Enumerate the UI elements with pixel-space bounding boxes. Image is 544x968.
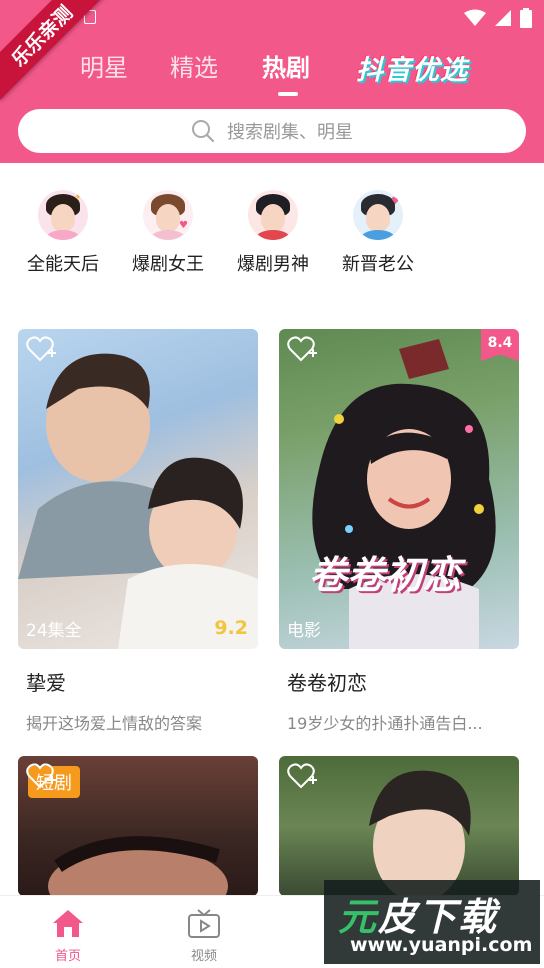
nav-label: 首页 [54, 949, 81, 964]
star-item-label: 全能天后 [27, 254, 99, 275]
drama-poster[interactable]: 24集全 9.2 [18, 329, 258, 649]
tab-featured[interactable]: 精选 [170, 48, 218, 83]
drama-card-zhiai[interactable]: 24集全 9.2 挚爱 揭开这场爱上情敌的答案 [18, 329, 258, 734]
drama-description: 揭开这场爱上情敌的答案 [26, 714, 203, 733]
favorite-add-icon[interactable] [287, 335, 317, 363]
avatar: ♥ [143, 190, 193, 240]
star-item-label: 爆剧女王 [132, 254, 204, 275]
rating-score: 9.2 [214, 617, 248, 639]
watermark-brand: 元皮下载 [338, 895, 499, 939]
signal-icon [495, 10, 511, 26]
tab-douyin-picks[interactable]: 抖音优选 [356, 48, 468, 87]
tab-hot-drama[interactable]: 热剧 [262, 48, 310, 83]
drama-poster[interactable] [279, 756, 519, 896]
tab-stars[interactable]: 明星 [80, 48, 128, 83]
favorite-add-icon[interactable] [26, 762, 56, 790]
top-header: 明星 精选 热剧 抖音优选 搜索剧集、明星 [0, 0, 544, 163]
drama-title[interactable]: 挚爱 [18, 667, 258, 696]
star-category-row: ✦ 全能天后 ♥ 爆剧女王 爆剧男神 ♥ 新晋老公 [0, 190, 544, 290]
star-item-drama-king[interactable]: 爆剧男神 [221, 190, 325, 276]
favorite-add-icon[interactable] [26, 335, 56, 363]
avatar: ♥ [353, 190, 403, 240]
home-icon [53, 910, 83, 937]
drama-card-4[interactable] [279, 756, 519, 896]
search-bar[interactable]: 搜索剧集、明星 [18, 109, 526, 153]
avatar: ✦ [38, 190, 88, 240]
drama-poster[interactable]: 卷卷初恋 8.4 电影 [279, 329, 519, 649]
watermark-url: www.yuanpi.com [350, 934, 533, 956]
star-item-drama-queen[interactable]: ♥ 爆剧女王 [116, 190, 220, 276]
battery-icon [520, 8, 532, 28]
search-icon [192, 120, 215, 143]
poster-art [18, 353, 258, 649]
star-item-label: 爆剧男神 [237, 254, 309, 275]
poster-title-art: 卷卷初恋 [309, 553, 462, 597]
star-item-diva[interactable]: ✦ 全能天后 [11, 190, 115, 276]
search-placeholder: 搜索剧集、明星 [227, 122, 353, 143]
nav-label: 视频 [190, 949, 217, 964]
drama-description: 19岁少女的扑通扑通告白... [287, 714, 483, 733]
tv-play-icon [188, 909, 220, 938]
status-bar [464, 8, 532, 28]
drama-title[interactable]: 卷卷初恋 [279, 667, 519, 696]
avatar [248, 190, 298, 240]
active-tab-indicator [278, 92, 298, 96]
favorite-add-icon[interactable] [287, 762, 317, 790]
drama-card-short[interactable]: 短剧 [18, 756, 258, 896]
poster-art [312, 339, 496, 649]
drama-card-juanjuan[interactable]: 卷卷初恋 8.4 电影 卷卷初恋 19岁少女的扑通扑通告白... [279, 329, 519, 734]
episode-count: 24集全 [26, 621, 82, 641]
drama-poster[interactable]: 短剧 [18, 756, 258, 896]
wifi-icon [464, 9, 486, 26]
category-label: 电影 [287, 621, 321, 641]
nav-video[interactable]: 视频 [174, 908, 234, 964]
site-watermark: 元皮下载 www.yuanpi.com [324, 880, 540, 964]
star-item-new-husband[interactable]: ♥ 新晋老公 [326, 190, 430, 276]
star-item-label: 新晋老公 [342, 254, 414, 275]
nav-home[interactable]: 首页 [38, 908, 98, 964]
